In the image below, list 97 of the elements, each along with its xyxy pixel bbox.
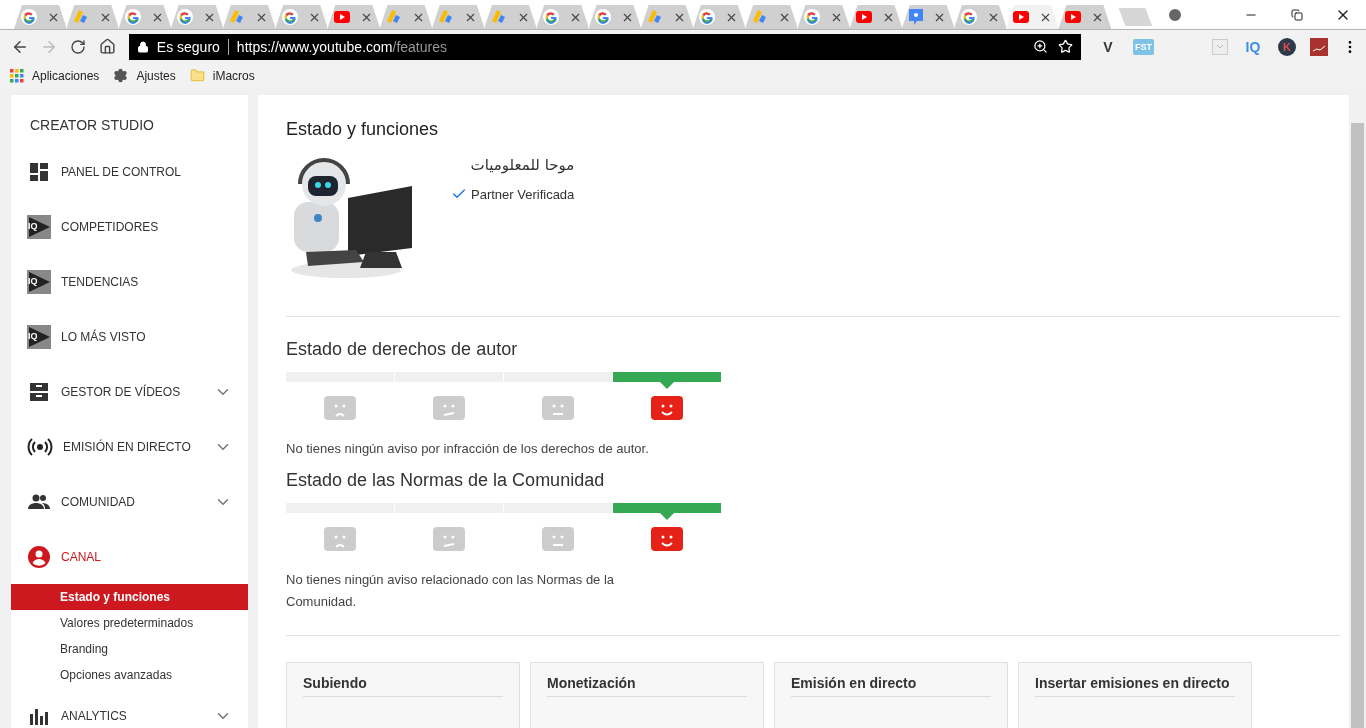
bookmark-link[interactable]: Aplicaciones [10, 68, 100, 83]
browser-tab[interactable] [588, 5, 641, 29]
iq-icon: IQ [27, 269, 51, 294]
browser-tab[interactable] [275, 5, 328, 29]
channel-name: موحا للمعلوميات [469, 156, 575, 174]
restore-icon[interactable] [1291, 9, 1304, 21]
adsense-icon [386, 9, 403, 25]
browser-tab[interactable] [745, 5, 798, 29]
google-icon [960, 9, 977, 25]
browser-tab[interactable] [953, 5, 1007, 29]
url-host: https://www.youtube.com [236, 38, 393, 55]
google-icon [177, 9, 194, 25]
unsure-face-icon [432, 527, 466, 551]
card-title: Emisión en directo [791, 675, 991, 697]
browser-tab[interactable] [849, 5, 902, 29]
folder-icon [189, 68, 205, 83]
scrollbar-thumb[interactable] [1351, 123, 1364, 728]
status-message: No tienes ningún aviso relacionado con las Normas de la Comunidad. [286, 571, 616, 611]
unsure-face-icon [432, 396, 466, 420]
play-icon [1012, 11, 1029, 23]
status-message: No tienes ningún aviso por infracción de los derechos de autor. [286, 440, 650, 458]
sidebar-item[interactable]: ANALYTICS [11, 688, 248, 728]
section-title: Estado de las Normas de la Comunidad [286, 469, 606, 492]
adsense-icon [438, 9, 455, 25]
sidebar-subitem[interactable]: Branding [11, 636, 248, 662]
address-bar[interactable]: Es seguro https://www.youtube.com/features [128, 33, 1081, 60]
browser-tab[interactable] [1006, 5, 1059, 29]
neutral-face-icon [541, 527, 575, 551]
play-icon [1065, 11, 1081, 23]
adsense-icon [751, 9, 768, 25]
bookmark-link[interactable]: iMacros [189, 68, 255, 83]
browser-tab[interactable] [222, 5, 276, 29]
browser-tab[interactable] [536, 5, 589, 29]
sidebar-item[interactable]: CANAL [11, 529, 248, 584]
browser-tab[interactable] [692, 5, 746, 29]
browser-tab[interactable] [797, 5, 850, 29]
apps-icon [10, 68, 24, 83]
happy-face-icon [650, 396, 684, 420]
sidebar-subitem[interactable]: Valores predeterminados [11, 610, 248, 636]
browser-tab[interactable] [66, 5, 119, 29]
iq-icon: IQ [27, 324, 51, 349]
lock-icon [136, 40, 149, 53]
iq-icon: IQ [27, 214, 51, 239]
sidebar-item[interactable]: GESTOR DE VÍDEOS [11, 364, 248, 419]
browser-tab[interactable] [118, 5, 171, 29]
sidebar-item[interactable]: EMISIÓN EN DIRECTO [11, 419, 248, 474]
account-icon [27, 544, 51, 569]
browser-tab[interactable] [170, 5, 223, 29]
browser-tab[interactable] [1058, 5, 1111, 29]
verified-label: Partner Verificada [471, 186, 575, 202]
sidebar-title: CREATOR STUDIO [29, 116, 155, 135]
sidebar-item[interactable]: IQ TENDENCIAS [11, 254, 248, 309]
zoom-icon[interactable] [1032, 39, 1048, 54]
browser-tab[interactable] [431, 5, 484, 29]
star-icon[interactable] [1057, 39, 1073, 54]
sidebar-item[interactable]: COMUNIDAD [11, 474, 248, 529]
sad-face-icon [323, 527, 357, 551]
adsense-icon [229, 9, 246, 25]
adsense-icon [647, 9, 664, 25]
google-icon [595, 9, 611, 25]
extension-button[interactable]: V [1096, 38, 1119, 55]
section-title: Estado de derechos de autor [286, 338, 519, 361]
classroom-icon [909, 9, 924, 25]
secure-label: Es seguro [156, 38, 220, 55]
card-title: Subiendo [303, 675, 503, 697]
sidebar-item[interactable]: IQ LO MÁS VISTO [11, 309, 248, 364]
adsense-icon [490, 9, 507, 25]
settings-icon [113, 68, 129, 83]
chart-icon[interactable] [1309, 37, 1328, 56]
browser-tab[interactable] [640, 5, 693, 29]
profile-icon[interactable] [1167, 7, 1184, 23]
browser-tab[interactable] [14, 5, 67, 29]
sidebar-subitem[interactable]: Opciones avanzadas [11, 662, 248, 688]
browser-tab[interactable] [379, 5, 432, 29]
sidebar-subitem[interactable]: Estado y funciones [11, 584, 248, 610]
google-icon [699, 9, 716, 25]
browser-tab[interactable] [483, 5, 537, 29]
neutral-face-icon [541, 396, 575, 420]
play-icon [333, 11, 350, 23]
google-icon [542, 9, 559, 25]
card-title: Insertar emisiones en directo [1035, 675, 1235, 697]
play-icon [856, 11, 873, 23]
browser-tab[interactable] [327, 5, 380, 29]
browser-tab[interactable] [901, 5, 954, 29]
google-icon [125, 9, 142, 25]
sad-face-icon [323, 396, 357, 420]
google-icon [20, 9, 37, 25]
sidebar-item[interactable]: IQ COMPETIDORES [11, 199, 248, 254]
adsense-icon [72, 9, 89, 25]
url-path: /features [392, 38, 447, 55]
sidebar-item[interactable]: PANEL DE CONTROL [11, 144, 248, 199]
card-title: Monetización [547, 675, 747, 697]
google-icon [281, 9, 298, 25]
google-icon [803, 9, 820, 25]
page-title: Estado y funciones [286, 118, 440, 141]
bookmark-link[interactable]: Ajustes [113, 68, 176, 83]
happy-face-icon [650, 527, 684, 551]
